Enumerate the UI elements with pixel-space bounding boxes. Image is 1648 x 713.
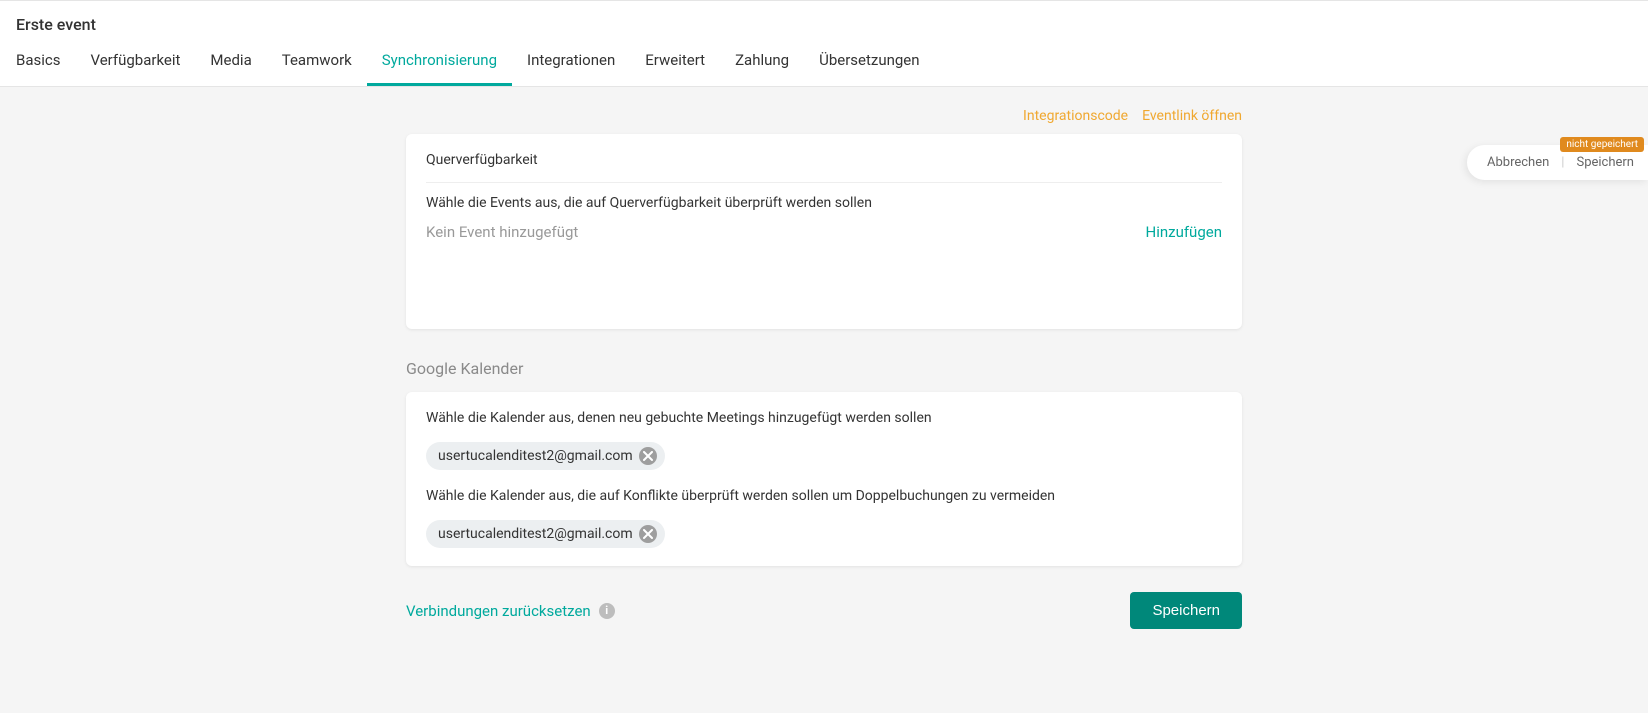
cross-availability-empty: Kein Event hinzugefügt bbox=[426, 223, 578, 241]
calendar-chip-add: usertucalenditest2@gmail.com bbox=[426, 442, 665, 470]
remove-calendar-button[interactable] bbox=[639, 447, 657, 465]
cross-availability-card: Querverfügbarkeit Wähle die Events aus, … bbox=[406, 134, 1242, 329]
google-calendar-card: Wähle die Kalender aus, denen neu gebuch… bbox=[406, 392, 1242, 566]
tab-translations[interactable]: Übersetzungen bbox=[804, 36, 934, 86]
open-eventlink-link[interactable]: Eventlink öffnen bbox=[1142, 108, 1242, 124]
cancel-button[interactable]: Abbrechen bbox=[1487, 155, 1549, 170]
cross-availability-title: Querverfügbarkeit bbox=[426, 152, 1222, 183]
calendar-chip-label: usertucalenditest2@gmail.com bbox=[438, 448, 633, 464]
tab-availability[interactable]: Verfügbarkeit bbox=[76, 36, 196, 86]
bottom-actions: Verbindungen zurücksetzen i Speichern bbox=[406, 592, 1242, 629]
tab-integrations[interactable]: Integrationen bbox=[512, 36, 630, 86]
tab-teamwork[interactable]: Teamwork bbox=[267, 36, 367, 86]
tab-advanced[interactable]: Erweitert bbox=[630, 36, 720, 86]
tab-payment[interactable]: Zahlung bbox=[720, 36, 804, 86]
top-links: Integrationscode Eventlink öffnen bbox=[406, 105, 1242, 124]
tab-basics[interactable]: Basics bbox=[16, 36, 76, 86]
add-calendar-label: Wähle die Kalender aus, denen neu gebuch… bbox=[426, 410, 1222, 426]
cross-availability-desc: Wähle die Events aus, die auf Querverfüg… bbox=[426, 195, 1222, 211]
calendar-chip-label: usertucalenditest2@gmail.com bbox=[438, 526, 633, 542]
remove-calendar-button[interactable] bbox=[639, 525, 657, 543]
page-title: Erste event bbox=[0, 1, 1648, 36]
page-header: Erste event Basics Verfügbarkeit Media T… bbox=[0, 0, 1648, 87]
tab-synchronisation[interactable]: Synchronisierung bbox=[367, 36, 512, 86]
calendar-chip-conflict: usertucalenditest2@gmail.com bbox=[426, 520, 665, 548]
tabs: Basics Verfügbarkeit Media Teamwork Sync… bbox=[0, 36, 1648, 86]
save-button[interactable]: Speichern bbox=[1130, 592, 1242, 629]
conflict-calendar-label: Wähle die Kalender aus, die auf Konflikt… bbox=[426, 488, 1222, 504]
floating-save-button[interactable]: Speichern bbox=[1576, 155, 1634, 170]
close-icon bbox=[643, 529, 653, 539]
floating-save-bar: nicht gepeichert Abbrechen | Speichern bbox=[1467, 145, 1648, 180]
close-icon bbox=[643, 451, 653, 461]
separator: | bbox=[1561, 155, 1564, 170]
reset-connections-link[interactable]: Verbindungen zurücksetzen bbox=[406, 602, 591, 620]
integration-code-link[interactable]: Integrationscode bbox=[1023, 108, 1128, 124]
tab-media[interactable]: Media bbox=[195, 36, 266, 86]
content-area: Integrationscode Eventlink öffnen Querve… bbox=[0, 87, 1648, 669]
info-icon[interactable]: i bbox=[599, 603, 615, 619]
unsaved-badge: nicht gepeichert bbox=[1560, 137, 1644, 152]
add-event-link[interactable]: Hinzufügen bbox=[1146, 223, 1223, 241]
google-calendar-heading: Google Kalender bbox=[406, 359, 1242, 378]
